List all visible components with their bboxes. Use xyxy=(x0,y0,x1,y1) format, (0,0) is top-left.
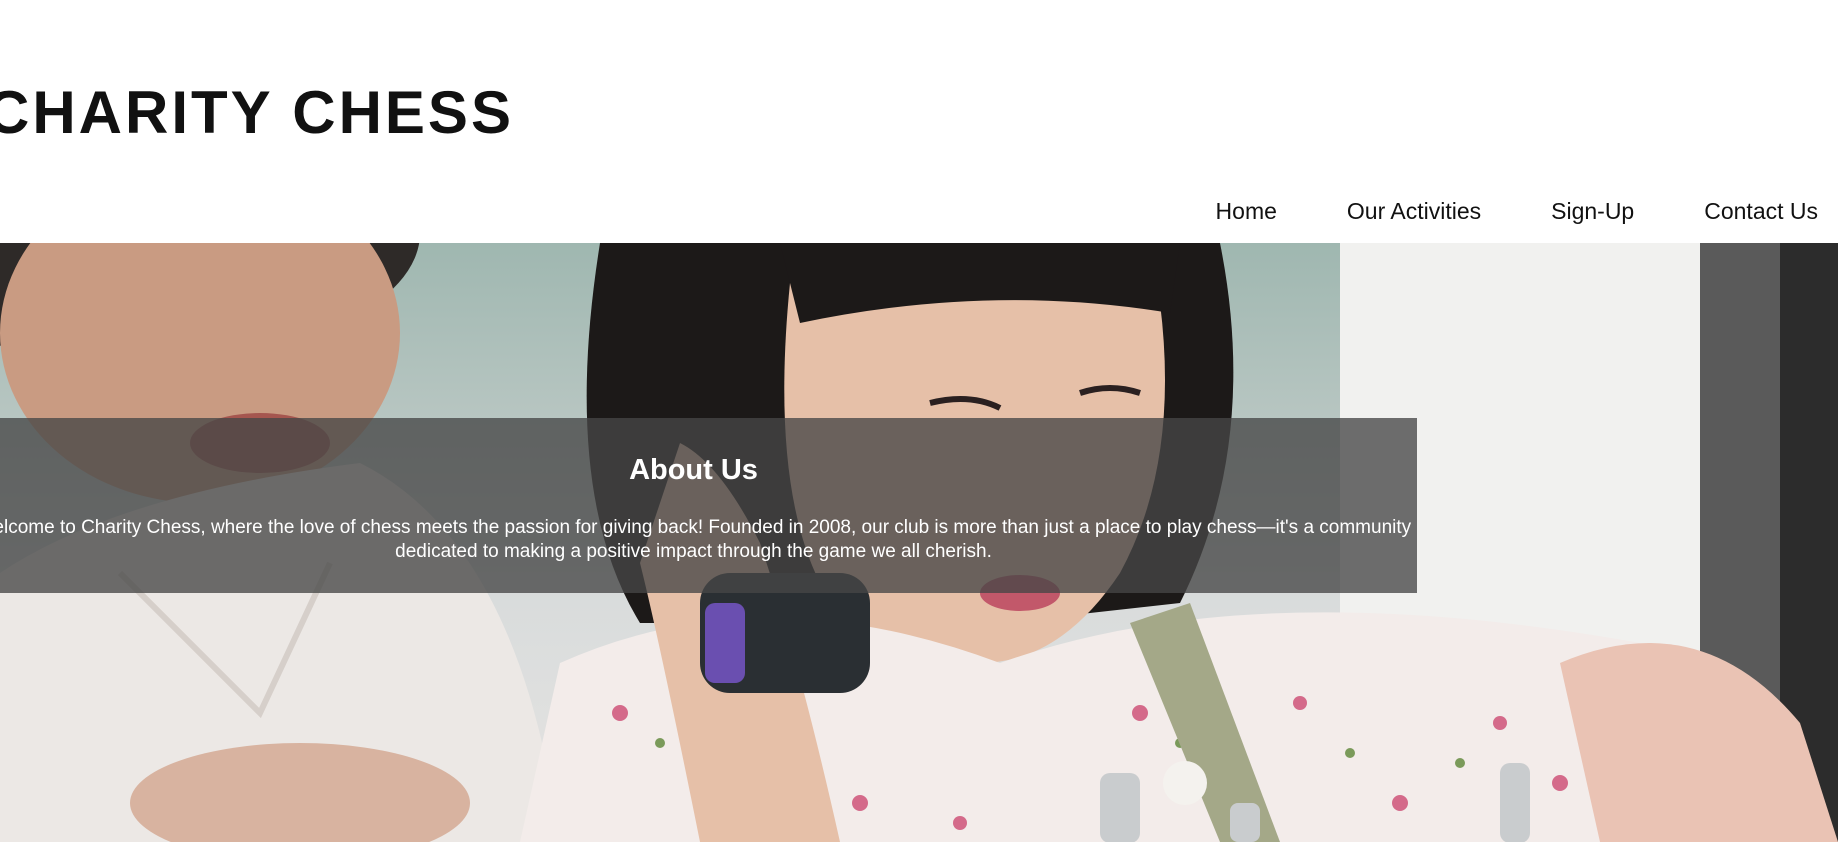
main-nav: Home Our Activities Sign-Up Contact Us xyxy=(1216,198,1818,225)
nav-item-our-activities[interactable]: Our Activities xyxy=(1347,198,1481,225)
about-us-heading: About Us xyxy=(629,454,758,486)
hero-section: About Us Welcome to Charity Chess, where… xyxy=(0,243,1838,842)
nav-item-sign-up[interactable]: Sign-Up xyxy=(1551,198,1634,225)
site-header: CHARITY CHESS Home Our Activities Sign-U… xyxy=(0,0,1838,243)
about-us-panel: About Us Welcome to Charity Chess, where… xyxy=(0,418,1417,593)
nav-item-home[interactable]: Home xyxy=(1216,198,1277,225)
site-title: CHARITY CHESS xyxy=(0,79,514,146)
nav-item-contact-us[interactable]: Contact Us xyxy=(1704,198,1818,225)
page: CHARITY CHESS Home Our Activities Sign-U… xyxy=(0,0,1838,842)
about-us-description: Welcome to Charity Chess, where the love… xyxy=(0,517,1412,562)
